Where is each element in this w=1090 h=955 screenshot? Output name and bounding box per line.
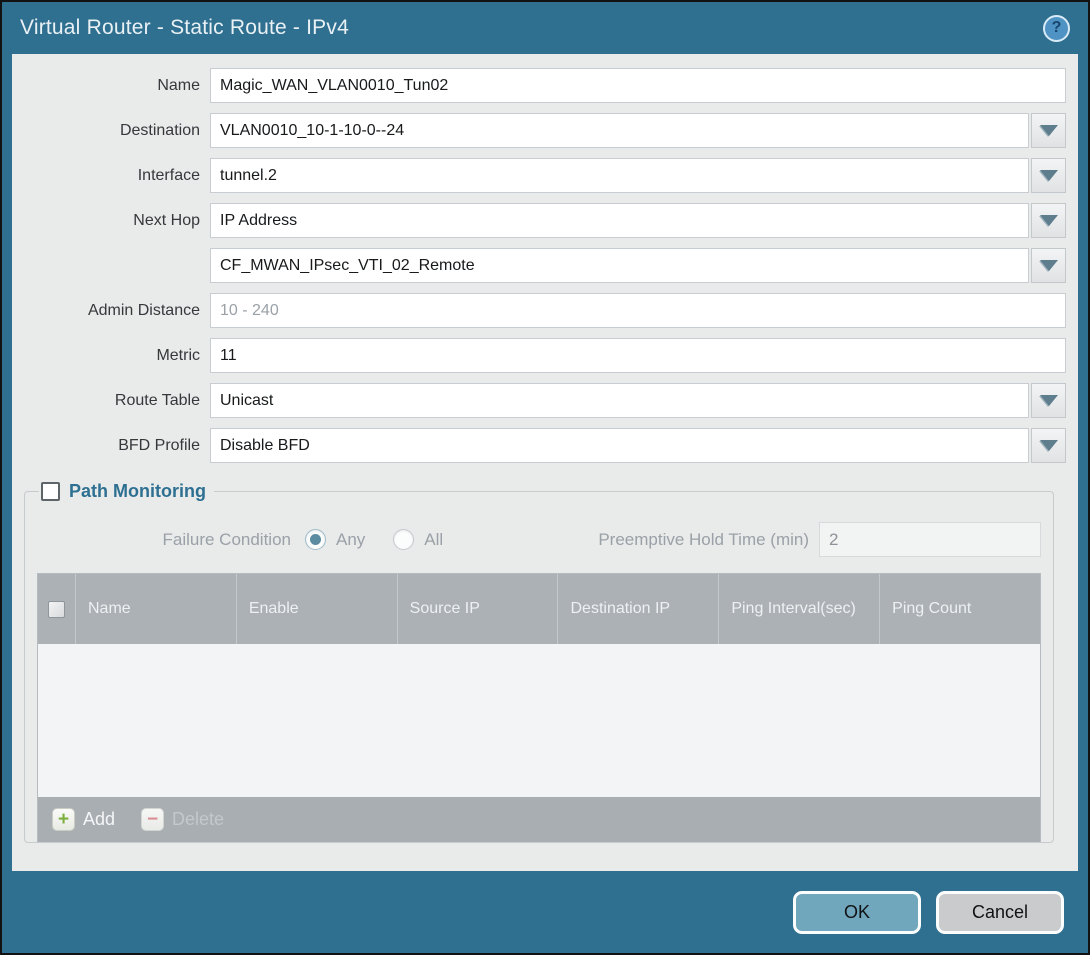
interface-input[interactable] <box>210 158 1029 193</box>
form-row-next-hop: Next Hop <box>12 203 1066 238</box>
form-row-metric: Metric <box>12 338 1066 373</box>
next-hop-address-dropdown-button[interactable] <box>1031 248 1066 283</box>
chevron-down-icon <box>1040 215 1058 226</box>
delete-button[interactable]: − Delete <box>141 808 224 831</box>
metric-input[interactable] <box>210 338 1066 373</box>
interface-dropdown-button[interactable] <box>1031 158 1066 193</box>
name-label: Name <box>12 77 210 95</box>
destination-dropdown-button[interactable] <box>1031 113 1066 148</box>
interface-label: Interface <box>12 167 210 185</box>
column-header-name[interactable]: Name <box>75 574 236 644</box>
path-monitoring-title: Path Monitoring <box>69 481 206 502</box>
metric-label: Metric <box>12 347 210 365</box>
path-monitoring-legend: Path Monitoring <box>39 481 214 502</box>
dialog-content: Name Destination Interface Next Hop <box>12 54 1078 871</box>
add-button-label: Add <box>83 809 115 830</box>
column-header-destination-ip[interactable]: Destination IP <box>557 574 718 644</box>
path-monitoring-checkbox[interactable] <box>41 482 60 501</box>
chevron-down-icon <box>1040 440 1058 451</box>
form-row-next-hop-address <box>12 248 1066 283</box>
dialog-footer: OK Cancel <box>2 871 1088 953</box>
failure-condition-label: Failure Condition <box>37 530 305 550</box>
column-header-enable[interactable]: Enable <box>236 574 397 644</box>
next-hop-label: Next Hop <box>12 212 210 230</box>
table-body-empty <box>38 644 1040 797</box>
destination-input[interactable] <box>210 113 1029 148</box>
admin-distance-label: Admin Distance <box>12 302 210 320</box>
column-header-ping-count[interactable]: Ping Count <box>879 574 1040 644</box>
form-row-name: Name <box>12 68 1066 103</box>
next-hop-type-input[interactable] <box>210 203 1029 238</box>
delete-button-label: Delete <box>172 809 224 830</box>
failure-condition-row: Failure Condition Any All Preemptive Hol… <box>37 522 1041 557</box>
ok-button[interactable]: OK <box>793 891 921 934</box>
preemptive-hold-time-label: Preemptive Hold Time (min) <box>598 530 819 550</box>
add-icon: + <box>52 808 75 831</box>
form-row-destination: Destination <box>12 113 1066 148</box>
form-row-route-table: Route Table <box>12 383 1066 418</box>
name-input[interactable] <box>210 68 1066 103</box>
bfd-profile-label: BFD Profile <box>12 437 210 455</box>
form-row-interface: Interface <box>12 158 1066 193</box>
column-header-ping-interval[interactable]: Ping Interval(sec) <box>718 574 879 644</box>
form-row-admin-distance: Admin Distance <box>12 293 1066 328</box>
bfd-profile-input[interactable] <box>210 428 1029 463</box>
column-header-source-ip[interactable]: Source IP <box>397 574 558 644</box>
route-table-dropdown-button[interactable] <box>1031 383 1066 418</box>
cancel-button[interactable]: Cancel <box>936 891 1064 934</box>
preemptive-hold-time-input[interactable] <box>819 522 1041 557</box>
route-table-input[interactable] <box>210 383 1029 418</box>
route-table-label: Route Table <box>12 392 210 410</box>
chevron-down-icon <box>1040 125 1058 136</box>
path-monitoring-section: Path Monitoring Failure Condition Any Al… <box>24 481 1054 843</box>
delete-icon: − <box>141 808 164 831</box>
destination-label: Destination <box>12 122 210 140</box>
table-header-row: Name Enable Source IP Destination IP Pin… <box>38 574 1040 644</box>
next-hop-address-input[interactable] <box>210 248 1029 283</box>
path-monitoring-table: Name Enable Source IP Destination IP Pin… <box>37 573 1041 842</box>
chevron-down-icon <box>1040 395 1058 406</box>
radio-any[interactable] <box>305 529 326 550</box>
radio-all[interactable] <box>393 529 414 550</box>
select-all-checkbox[interactable] <box>48 601 65 618</box>
radio-any-label: Any <box>336 530 365 550</box>
help-icon[interactable]: ? <box>1043 15 1070 42</box>
admin-distance-input[interactable] <box>210 293 1066 328</box>
static-route-dialog: Virtual Router - Static Route - IPv4 ? N… <box>0 0 1090 955</box>
dialog-titlebar: Virtual Router - Static Route - IPv4 ? <box>2 2 1088 54</box>
radio-all-label: All <box>424 530 443 550</box>
next-hop-type-dropdown-button[interactable] <box>1031 203 1066 238</box>
table-toolbar: + Add − Delete <box>38 797 1040 842</box>
dialog-title: Virtual Router - Static Route - IPv4 <box>20 16 1043 40</box>
add-button[interactable]: + Add <box>52 808 115 831</box>
form-row-bfd-profile: BFD Profile <box>12 428 1066 463</box>
chevron-down-icon <box>1040 170 1058 181</box>
table-header-checkbox-cell <box>38 574 75 644</box>
chevron-down-icon <box>1040 260 1058 271</box>
bfd-profile-dropdown-button[interactable] <box>1031 428 1066 463</box>
